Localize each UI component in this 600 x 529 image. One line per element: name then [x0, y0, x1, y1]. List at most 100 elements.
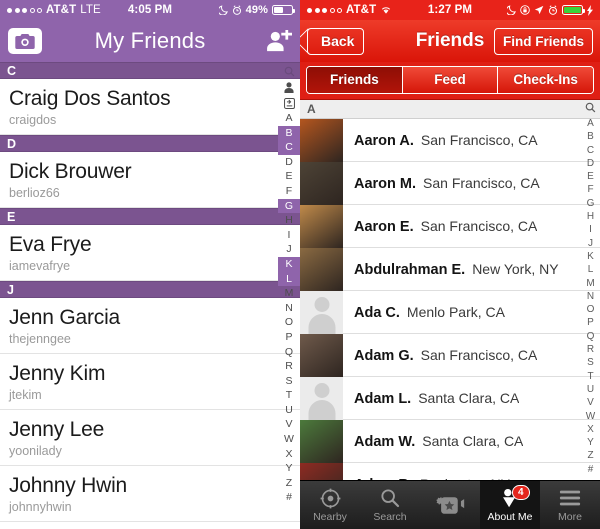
index-letter[interactable]: L: [581, 263, 600, 276]
index-letter[interactable]: Z: [581, 449, 600, 462]
right-index-bar[interactable]: A B C D E F G H I J K L M N O P Q R S T U V W X Y Z #: [581, 100, 600, 480]
list-item[interactable]: Johnny Hwin johnnyhwin: [0, 466, 300, 522]
index-letter[interactable]: V: [278, 417, 300, 432]
index-letter[interactable]: E: [278, 169, 300, 184]
list-item[interactable]: Craig Dos Santos craigdos: [0, 79, 300, 135]
index-letter[interactable]: B: [278, 125, 300, 141]
segment-friends[interactable]: Friends: [307, 66, 403, 93]
left-friends-list[interactable]: C Craig Dos Santos craigdos D Dick Brouwer be…: [0, 62, 300, 529]
segment-check-ins[interactable]: Check-Ins: [498, 66, 593, 93]
hamburger-icon: [559, 487, 581, 509]
index-letter[interactable]: F: [278, 184, 300, 199]
index-letter[interactable]: S: [581, 356, 600, 369]
index-letter[interactable]: X: [278, 447, 300, 462]
table-row[interactable]: Aaron A. San Francisco, CA: [300, 118, 600, 162]
index-letter[interactable]: L: [278, 271, 300, 287]
index-letter[interactable]: G: [581, 197, 600, 210]
camera-button[interactable]: [8, 28, 42, 54]
index-letter[interactable]: N: [278, 301, 300, 316]
index-letter[interactable]: R: [581, 343, 600, 356]
segment-feed[interactable]: Feed: [402, 66, 499, 93]
index-letter[interactable]: S: [278, 374, 300, 389]
list-item[interactable]: Dick Brouwer berlioz66: [0, 152, 300, 208]
list-item[interactable]: Jenny Lee yoonilady: [0, 410, 300, 466]
index-letter[interactable]: #: [581, 463, 600, 476]
list-item[interactable]: Jenn Garcia thejenngee: [0, 298, 300, 354]
person-icon[interactable]: [278, 79, 300, 95]
index-letter[interactable]: Y: [278, 461, 300, 476]
tab-nearby[interactable]: Nearby: [300, 481, 360, 529]
index-letter[interactable]: X: [581, 423, 600, 436]
index-letter[interactable]: B: [581, 130, 600, 143]
add-friend-button[interactable]: [266, 30, 292, 52]
avatar: [300, 333, 343, 377]
search-icon[interactable]: [278, 63, 300, 79]
index-letter[interactable]: T: [581, 370, 600, 383]
index-letter[interactable]: C: [278, 140, 300, 155]
tab-search[interactable]: Search: [360, 481, 420, 529]
index-letter[interactable]: N: [581, 290, 600, 303]
list-item[interactable]: Jonathan Tzounuteiia: [0, 522, 300, 529]
index-letter[interactable]: U: [278, 403, 300, 418]
table-row[interactable]: Adam W. Santa Clara, CA: [300, 419, 600, 463]
index-letter[interactable]: D: [278, 155, 300, 170]
index-letter[interactable]: P: [278, 330, 300, 345]
list-item[interactable]: Jenny Kim jtekim: [0, 354, 300, 410]
index-letter[interactable]: H: [278, 213, 300, 228]
find-friends-button[interactable]: Find Friends: [494, 27, 593, 55]
row-meta: Adam L. Santa Clara, CA: [343, 390, 519, 407]
index-letter[interactable]: H: [581, 210, 600, 223]
table-row[interactable]: Adam G. San Francisco, CA: [300, 333, 600, 377]
index-letter[interactable]: #: [278, 490, 300, 505]
friend-location: Santa Clara, CA: [422, 432, 524, 449]
index-letter[interactable]: P: [581, 316, 600, 329]
index-letter[interactable]: F: [581, 183, 600, 196]
index-letter[interactable]: Y: [581, 436, 600, 449]
index-letter[interactable]: V: [581, 396, 600, 409]
tab-more[interactable]: More: [540, 481, 600, 529]
table-row[interactable]: Adam L. Santa Clara, CA: [300, 376, 600, 420]
table-row[interactable]: Ada C. Menlo Park, CA: [300, 290, 600, 334]
index-letter[interactable]: M: [581, 277, 600, 290]
list-item[interactable]: Eva Frye iamevafrye: [0, 225, 300, 281]
avatar: [300, 204, 343, 248]
index-letter[interactable]: E: [581, 170, 600, 183]
tab-bar[interactable]: Nearby Search About Me 4 More: [300, 480, 600, 529]
table-row[interactable]: Aaron M. San Francisco, CA: [300, 161, 600, 205]
search-icon[interactable]: [581, 102, 600, 117]
index-letter[interactable]: W: [278, 432, 300, 447]
index-letter[interactable]: I: [278, 228, 300, 243]
index-letter[interactable]: J: [581, 237, 600, 250]
index-letter[interactable]: U: [581, 383, 600, 396]
segmented-control[interactable]: Friends Feed Check-Ins: [306, 65, 594, 94]
tab-label: About Me: [487, 511, 533, 523]
tab-featured[interactable]: [420, 481, 480, 529]
back-button[interactable]: Back: [307, 27, 365, 55]
index-letter[interactable]: C: [581, 144, 600, 157]
index-letter[interactable]: D: [581, 157, 600, 170]
index-letter[interactable]: J: [278, 242, 300, 257]
right-friends-list[interactable]: A Aaron A. San Francisco, CA Aaron M. San F…: [300, 100, 600, 480]
index-letter[interactable]: W: [581, 410, 600, 423]
table-row[interactable]: Aaron E. San Francisco, CA: [300, 204, 600, 248]
index-letter[interactable]: Q: [581, 330, 600, 343]
index-letter[interactable]: O: [581, 303, 600, 316]
index-letter[interactable]: M: [278, 286, 300, 301]
tab-about-me[interactable]: About Me 4: [480, 481, 540, 529]
index-letter[interactable]: Z: [278, 476, 300, 491]
index-letter[interactable]: K: [278, 256, 300, 272]
index-letter[interactable]: Q: [278, 345, 300, 360]
index-letter[interactable]: I: [581, 223, 600, 236]
star-arrow-icon[interactable]: [278, 95, 300, 111]
table-row[interactable]: Abdulrahman E. New York, NY: [300, 247, 600, 291]
index-letter[interactable]: R: [278, 359, 300, 374]
index-letter[interactable]: A: [278, 111, 300, 126]
index-letter[interactable]: K: [581, 250, 600, 263]
index-letter[interactable]: T: [278, 388, 300, 403]
friend-handle: jtekim: [9, 388, 42, 402]
left-index-bar[interactable]: A B C D E F G H I J K L M N O P Q R S T U V W X Y Z #: [278, 62, 300, 529]
table-row[interactable]: Adam B.Rochester, NY: [300, 462, 600, 480]
index-letter[interactable]: O: [278, 315, 300, 330]
index-letter[interactable]: G: [278, 198, 300, 214]
index-letter[interactable]: A: [581, 117, 600, 130]
